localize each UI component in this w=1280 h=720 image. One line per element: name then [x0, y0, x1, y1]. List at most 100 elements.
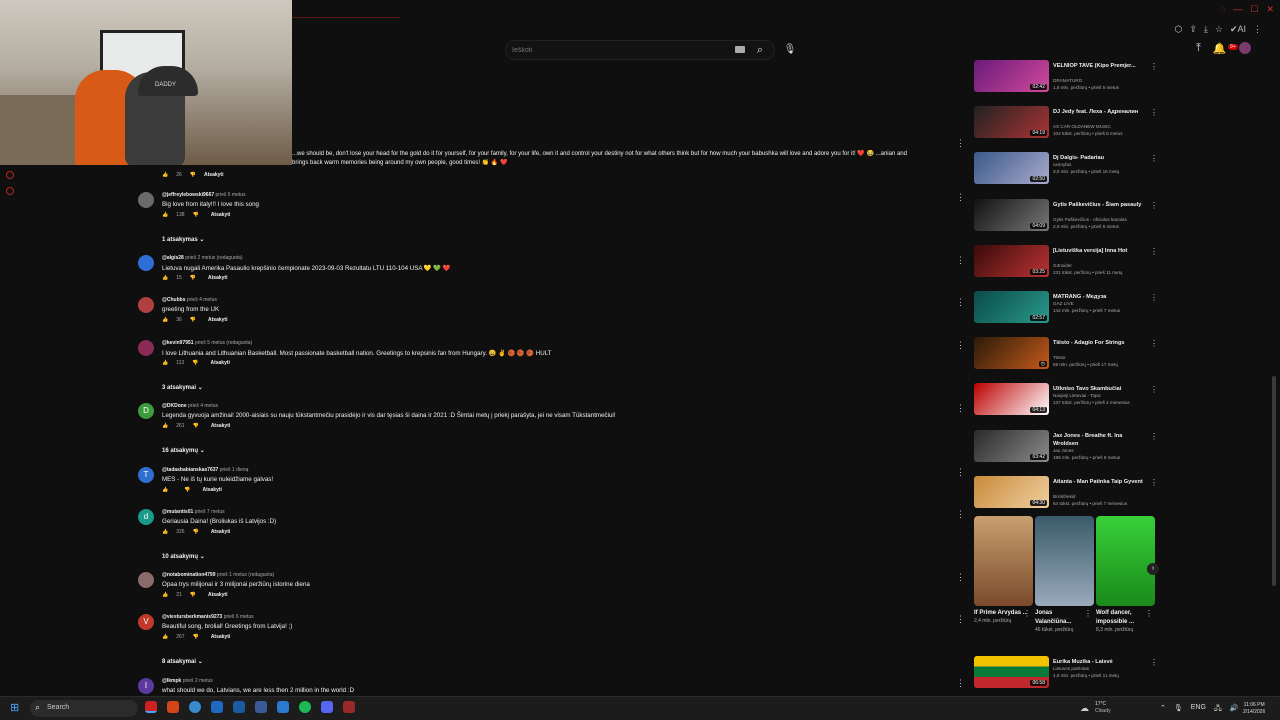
comment-author[interactable]: @Ikmpk [162, 678, 181, 684]
spotify-icon[interactable] [299, 701, 311, 713]
comment-author[interactable]: @mutantis01 [162, 509, 193, 515]
share-icon[interactable]: ⇪ [1189, 24, 1197, 35]
related-video-item[interactable]: 02:42 VELNIOP TAVE (Kipo Premjer... DRAMAT… [974, 60, 1164, 104]
avatar[interactable] [138, 340, 154, 356]
like-icon[interactable]: 👍 [162, 592, 168, 598]
short-item[interactable]: Wolf dancer, impossible ... 8,3 mln. perž… [1096, 516, 1155, 634]
taskbar-search[interactable]: ⌕ Search [30, 700, 138, 717]
download-icon[interactable]: ⤓ [1204, 24, 1208, 35]
profile-icon[interactable]: ◌ [1220, 4, 1225, 15]
menu-icon[interactable]: ⋮ [1253, 24, 1262, 35]
video-thumbnail[interactable]: 04:09 [974, 198, 1049, 231]
comment-author[interactable]: @viestursberkmanis9273 [162, 614, 222, 620]
rail-icon[interactable] [6, 171, 14, 179]
dislike-icon[interactable]: 👎 [193, 634, 199, 640]
short-menu-icon[interactable]: ⋮ [1084, 609, 1092, 618]
ai-button[interactable]: ✔AI [1230, 24, 1246, 35]
video-channel[interactable]: Tiësto [1053, 355, 1065, 360]
reply-button[interactable]: Atsakyti [211, 529, 230, 535]
comment-author[interactable]: @notabomination4799 [162, 572, 216, 578]
app-icon[interactable] [145, 701, 157, 713]
short-thumbnail[interactable] [974, 516, 1033, 606]
video-thumbnail[interactable]: 03:42 [974, 429, 1049, 462]
video-thumbnail[interactable]: 04:13 [974, 383, 1049, 416]
clock[interactable]: 11:06 PM 2/14/2026 [1243, 702, 1265, 716]
close-button[interactable]: ✕ [1266, 4, 1274, 15]
chrome-icon[interactable] [189, 701, 201, 713]
network-icon[interactable]: 🖧 [1214, 704, 1222, 715]
video-channel[interactable]: Naujieji Lietuviai - Topic [1053, 393, 1101, 398]
avatar[interactable] [138, 297, 154, 313]
short-item[interactable]: If Prime Arvydas ... 2,4 mln. peržiūrų ⋮ [974, 516, 1033, 625]
dislike-icon[interactable]: 👎 [190, 592, 196, 598]
video-thumbnail[interactable]: ◷ [974, 337, 1049, 370]
replies-toggle[interactable]: 3 atsakymai ⌄ [162, 384, 203, 391]
account-avatar[interactable] [1238, 42, 1251, 54]
comment-menu-icon[interactable]: ⋮ [956, 403, 965, 414]
comment-menu-icon[interactable]: ⋮ [956, 297, 965, 308]
avatar[interactable]: T [138, 467, 154, 483]
video-title[interactable]: MATRANG - Медуза [1053, 293, 1148, 301]
video-thumbnail[interactable]: 04:30 [974, 475, 1049, 508]
upload-icon[interactable]: ⤒ [1196, 42, 1201, 55]
video-channel[interactable]: AS CAR OLDANEW MUSIC [1053, 124, 1111, 129]
cloud-icon[interactable]: ☁ [1080, 703, 1089, 714]
page-scrollbar[interactable] [1272, 376, 1276, 586]
video-thumbnail[interactable]: 04:19 [974, 106, 1049, 139]
comment-time[interactable]: prieš 6 metus [224, 614, 254, 620]
microphone-icon[interactable]: 🎙 [782, 40, 798, 60]
like-icon[interactable]: 👍 [162, 360, 168, 366]
related-video-item[interactable]: 04:13 Užkniso Tavo Skambučiai Naujieji Lie… [974, 383, 1164, 427]
like-icon[interactable]: 👍 [162, 634, 168, 640]
reply-button[interactable]: Atsakyti [204, 172, 223, 178]
maximize-button[interactable]: ☐ [1250, 4, 1258, 15]
video-thumbnail[interactable]: 06:58 [974, 656, 1049, 688]
minimize-button[interactable]: — [1233, 4, 1242, 15]
comment-menu-icon[interactable]: ⋮ [956, 467, 965, 478]
avatar[interactable]: V [138, 614, 154, 630]
reply-button[interactable]: Atsakyti [211, 423, 230, 429]
comment-time[interactable]: prieš 2 metus [183, 678, 213, 684]
video-menu-icon[interactable]: ⋮ [1150, 247, 1158, 256]
avatar[interactable]: D [138, 403, 154, 419]
video-channel[interactable]: Brickthekid [1053, 494, 1075, 499]
comment-menu-icon[interactable]: ⋮ [956, 340, 965, 351]
replies-toggle[interactable]: 10 atsakymų ⌄ [162, 553, 205, 560]
video-channel[interactable]: DRAMATURG [1053, 78, 1082, 83]
short-title[interactable]: If Prime Arvydas ... [974, 609, 1029, 618]
short-item[interactable]: Jonas Valančiūna... 46 tūkst. peržiūrų ⋮ [1035, 516, 1094, 634]
video-menu-icon[interactable]: ⋮ [1150, 385, 1158, 394]
like-icon[interactable]: 👍 [162, 317, 168, 323]
reply-button[interactable]: Atsakyti [211, 212, 230, 218]
comment-author[interactable]: @jeffreylebowski9667 [162, 192, 214, 198]
related-video-item[interactable]: 04:30 Atlanta - Man Patinka Taip Gyvent Br… [974, 475, 1164, 520]
video-title[interactable]: Tiësto - Adagio For Strings [1053, 339, 1148, 347]
related-video-item[interactable]: ◷ Tiësto - Adagio For Strings Tiësto 59 mln… [974, 337, 1164, 381]
replies-toggle[interactable]: 16 atsakymų ⌄ [162, 447, 205, 454]
avatar[interactable] [138, 255, 154, 271]
video-menu-icon[interactable]: ⋮ [1150, 154, 1158, 163]
mic-icon[interactable]: 🎙 [1174, 704, 1183, 715]
short-title[interactable]: Jonas Valančiūna... [1035, 609, 1090, 627]
reply-button[interactable]: Atsakyti [211, 634, 230, 640]
video-menu-icon[interactable]: ⋮ [1150, 201, 1158, 210]
dislike-icon[interactable]: 👎 [193, 212, 199, 218]
replies-toggle[interactable]: 1 atsakymas ⌄ [162, 236, 204, 243]
like-icon[interactable]: 👍 [162, 275, 168, 281]
steam-icon[interactable] [255, 701, 267, 713]
short-menu-icon[interactable]: ⋮ [1023, 609, 1031, 618]
short-thumbnail[interactable] [1035, 516, 1094, 606]
video-menu-icon[interactable]: ⋮ [1150, 432, 1158, 441]
rail-icon[interactable] [6, 187, 14, 195]
reply-button[interactable]: Atsakyti [210, 360, 229, 366]
reply-button[interactable]: Atsakyti [208, 592, 227, 598]
dislike-icon[interactable]: 👎 [193, 423, 199, 429]
reply-button[interactable]: Atsakyti [202, 487, 221, 493]
video-channel[interactable]: Lietuvos patriotas [1053, 666, 1089, 671]
windows-start-icon[interactable]: ⊞ [10, 702, 22, 714]
avatar[interactable] [138, 192, 154, 208]
comment-menu-icon[interactable]: ⋮ [956, 255, 965, 266]
related-video-item[interactable]: 06:58 Eurika Muzika - Laisvė Lietuvos pa… [974, 656, 1164, 696]
dislike-icon[interactable]: 👎 [190, 275, 196, 281]
short-title[interactable]: Wolf dancer, impossible ... [1096, 609, 1151, 627]
